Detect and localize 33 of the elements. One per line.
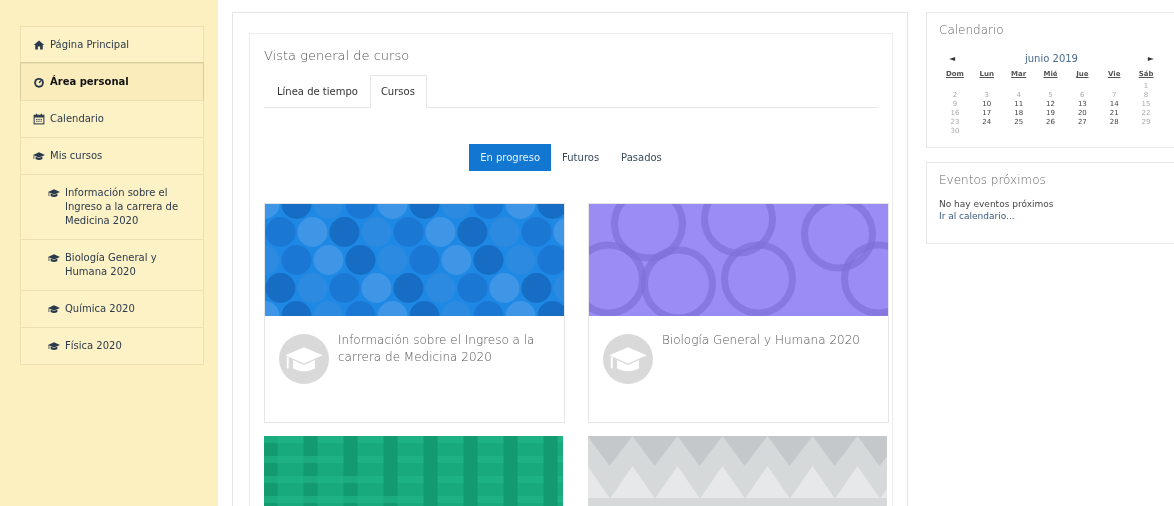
graduation-cap-icon: [48, 252, 60, 264]
tab[interactable]: Cursos: [369, 75, 427, 108]
nav-item[interactable]: Biología General y Humana 2020: [21, 239, 203, 290]
nav-item[interactable]: Mis cursos: [21, 137, 203, 174]
nav-item[interactable]: Química 2020: [21, 290, 203, 327]
empty-message: No hay eventos próximos: [939, 199, 1055, 209]
block-title: Calendario: [939, 23, 1005, 37]
calendar-icon: [33, 113, 45, 125]
nav-item[interactable]: Área personal: [21, 63, 203, 100]
filter-button[interactable]: En progreso: [469, 144, 552, 171]
course-link[interactable]: Información sobre el Ingreso a la carrera de Medicina 2020: [338, 332, 550, 366]
card-title: Vista general de curso: [264, 48, 411, 63]
filter-button[interactable]: Pasados: [610, 144, 673, 171]
next-month-arrow[interactable]: ►: [1147, 54, 1154, 63]
dashboard-icon: [33, 76, 45, 88]
nav-item[interactable]: Página Principal: [21, 27, 203, 63]
graduation-cap-icon: [48, 187, 60, 199]
calendar-link[interactable]: Ir al calendario...: [939, 211, 1162, 221]
graduation-cap-icon: [279, 334, 329, 384]
graduation-cap-icon: [48, 303, 60, 315]
nav-item[interactable]: Física 2020: [21, 327, 203, 364]
block-title: Eventos próximos: [939, 173, 1047, 187]
graduation-cap-icon: [48, 340, 60, 352]
nav-item[interactable]: Información sobre el Ingreso a la carrera de Medicina 2020: [21, 174, 203, 239]
tab[interactable]: Línea de tiempo: [266, 75, 370, 108]
graduation-cap-icon: [603, 334, 653, 384]
course-link[interactable]: Biología General y Humana 2020: [662, 332, 860, 349]
month-label: junio 2019: [1025, 53, 1078, 64]
previous-month-arrow[interactable]: ◄: [949, 54, 956, 63]
graduation-cap-icon: [33, 150, 45, 162]
filter-button[interactable]: Futuros: [551, 144, 611, 171]
home-icon: [33, 39, 45, 51]
nav-item[interactable]: Calendario: [21, 100, 203, 137]
